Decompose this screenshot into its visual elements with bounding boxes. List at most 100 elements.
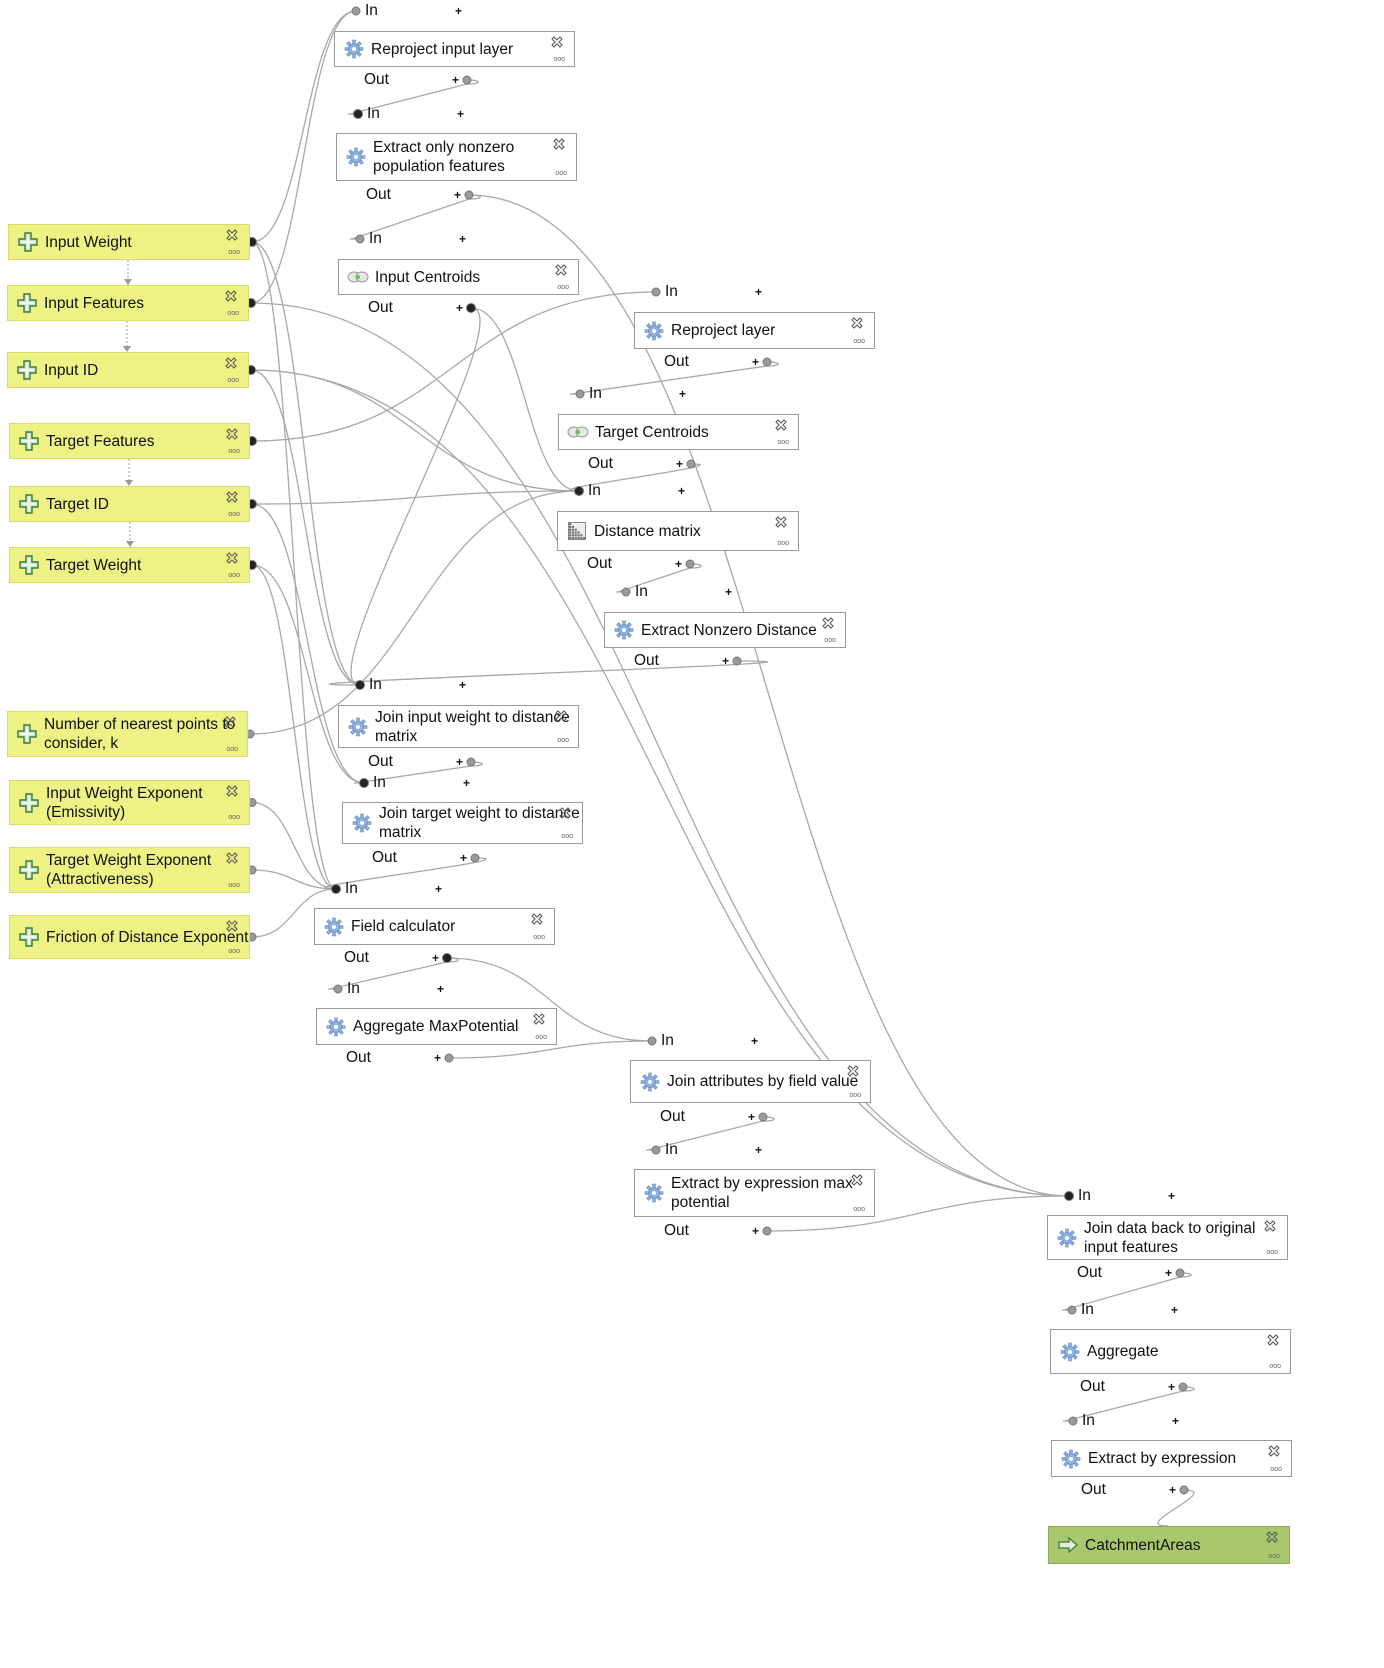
- more-options-icon[interactable]: ooo: [535, 1034, 547, 1041]
- port-dot[interactable]: [470, 853, 480, 863]
- add-port-button[interactable]: +: [459, 233, 466, 245]
- remove-icon[interactable]: [550, 35, 564, 49]
- add-port-button[interactable]: +: [748, 1111, 755, 1123]
- add-port-button[interactable]: +: [457, 108, 464, 120]
- add-port-button[interactable]: +: [679, 388, 686, 400]
- port-dot[interactable]: [351, 6, 361, 16]
- model-output-node[interactable]: CatchmentAreas ooo: [1048, 1526, 1290, 1564]
- input-parameter-node[interactable]: Target Weight Exponent (Attractiveness) …: [9, 847, 250, 893]
- add-port-button[interactable]: +: [678, 485, 685, 497]
- input-parameter-node[interactable]: Input ID ooo: [7, 352, 249, 388]
- more-options-icon[interactable]: ooo: [228, 814, 240, 821]
- port-dot[interactable]: [651, 287, 661, 297]
- add-port-button[interactable]: +: [1168, 1381, 1175, 1393]
- more-options-icon[interactable]: ooo: [227, 310, 239, 317]
- algorithm-node[interactable]: Aggregate MaxPotential ooo: [316, 1008, 557, 1045]
- remove-icon[interactable]: [225, 784, 239, 798]
- add-port-button[interactable]: +: [437, 983, 444, 995]
- remove-icon[interactable]: [1265, 1530, 1279, 1544]
- add-port-button[interactable]: +: [751, 1035, 758, 1047]
- more-options-icon[interactable]: ooo: [228, 249, 240, 256]
- add-port-button[interactable]: +: [460, 852, 467, 864]
- input-parameter-node[interactable]: Target Features ooo: [9, 423, 250, 459]
- remove-icon[interactable]: [530, 912, 544, 926]
- more-options-icon[interactable]: ooo: [227, 377, 239, 384]
- more-options-icon[interactable]: ooo: [555, 170, 567, 177]
- port-dot[interactable]: [647, 1036, 657, 1046]
- port-dot[interactable]: [651, 1145, 661, 1155]
- algorithm-node[interactable]: Extract by expression max potential ooo: [634, 1169, 875, 1217]
- add-port-button[interactable]: +: [755, 286, 762, 298]
- remove-icon[interactable]: [552, 137, 566, 151]
- remove-icon[interactable]: [225, 919, 239, 933]
- remove-icon[interactable]: [558, 806, 572, 820]
- remove-icon[interactable]: [225, 490, 239, 504]
- input-parameter-node[interactable]: Target ID ooo: [9, 486, 250, 522]
- more-options-icon[interactable]: ooo: [557, 284, 569, 291]
- add-port-button[interactable]: +: [455, 5, 462, 17]
- more-options-icon[interactable]: ooo: [1268, 1553, 1280, 1560]
- add-port-button[interactable]: +: [459, 679, 466, 691]
- remove-icon[interactable]: [1267, 1444, 1281, 1458]
- port-dot[interactable]: [359, 778, 369, 788]
- more-options-icon[interactable]: ooo: [533, 934, 545, 941]
- algorithm-node[interactable]: Extract by expression ooo: [1051, 1440, 1292, 1477]
- add-port-button[interactable]: +: [432, 952, 439, 964]
- port-dot[interactable]: [762, 357, 772, 367]
- more-options-icon[interactable]: ooo: [228, 948, 240, 955]
- add-port-button[interactable]: +: [755, 1144, 762, 1156]
- port-dot[interactable]: [1175, 1268, 1185, 1278]
- remove-icon[interactable]: [554, 709, 568, 723]
- remove-icon[interactable]: [774, 418, 788, 432]
- more-options-icon[interactable]: ooo: [849, 1092, 861, 1099]
- input-parameter-node[interactable]: Friction of Distance Exponent ooo: [9, 915, 250, 959]
- more-options-icon[interactable]: ooo: [1266, 1249, 1278, 1256]
- port-dot[interactable]: [762, 1226, 772, 1236]
- more-options-icon[interactable]: ooo: [853, 1206, 865, 1213]
- remove-icon[interactable]: [1263, 1219, 1277, 1233]
- add-port-button[interactable]: +: [1172, 1415, 1179, 1427]
- algorithm-node[interactable]: Join target weight to distance matrix oo…: [342, 802, 583, 844]
- port-dot[interactable]: [462, 75, 472, 85]
- port-dot[interactable]: [444, 1053, 454, 1063]
- algorithm-node[interactable]: Reproject input layer ooo: [334, 31, 575, 67]
- remove-icon[interactable]: [850, 1173, 864, 1187]
- remove-icon[interactable]: [1266, 1333, 1280, 1347]
- port-dot[interactable]: [355, 234, 365, 244]
- more-options-icon[interactable]: ooo: [228, 572, 240, 579]
- add-port-button[interactable]: +: [452, 74, 459, 86]
- port-dot[interactable]: [575, 389, 585, 399]
- more-options-icon[interactable]: ooo: [824, 637, 836, 644]
- more-options-icon[interactable]: ooo: [777, 540, 789, 547]
- algorithm-node[interactable]: Extract Nonzero Distance ooo: [604, 612, 846, 648]
- add-port-button[interactable]: +: [722, 655, 729, 667]
- remove-icon[interactable]: [224, 356, 238, 370]
- add-port-button[interactable]: +: [463, 777, 470, 789]
- remove-icon[interactable]: [225, 851, 239, 865]
- add-port-button[interactable]: +: [1168, 1190, 1175, 1202]
- more-options-icon[interactable]: ooo: [553, 56, 565, 63]
- port-dot[interactable]: [758, 1112, 768, 1122]
- port-dot[interactable]: [685, 559, 695, 569]
- add-port-button[interactable]: +: [456, 302, 463, 314]
- add-port-button[interactable]: +: [1171, 1304, 1178, 1316]
- add-port-button[interactable]: +: [752, 356, 759, 368]
- remove-icon[interactable]: [532, 1012, 546, 1026]
- port-dot[interactable]: [1178, 1382, 1188, 1392]
- port-dot[interactable]: [331, 884, 341, 894]
- port-dot[interactable]: [621, 587, 631, 597]
- algorithm-node[interactable]: Join attributes by field value ooo: [630, 1060, 871, 1103]
- remove-icon[interactable]: [225, 427, 239, 441]
- add-port-button[interactable]: +: [1165, 1267, 1172, 1279]
- input-parameter-node[interactable]: Input Features ooo: [7, 285, 249, 321]
- add-port-button[interactable]: +: [435, 883, 442, 895]
- remove-icon[interactable]: [554, 263, 568, 277]
- input-parameter-node[interactable]: Number of nearest points to consider, k …: [7, 711, 248, 757]
- add-port-button[interactable]: +: [675, 558, 682, 570]
- port-dot[interactable]: [1179, 1485, 1189, 1495]
- algorithm-node[interactable]: Input Centroids ooo: [338, 259, 579, 295]
- input-parameter-node[interactable]: Target Weight ooo: [9, 547, 250, 583]
- remove-icon[interactable]: [225, 551, 239, 565]
- add-port-button[interactable]: +: [434, 1052, 441, 1064]
- add-port-button[interactable]: +: [725, 586, 732, 598]
